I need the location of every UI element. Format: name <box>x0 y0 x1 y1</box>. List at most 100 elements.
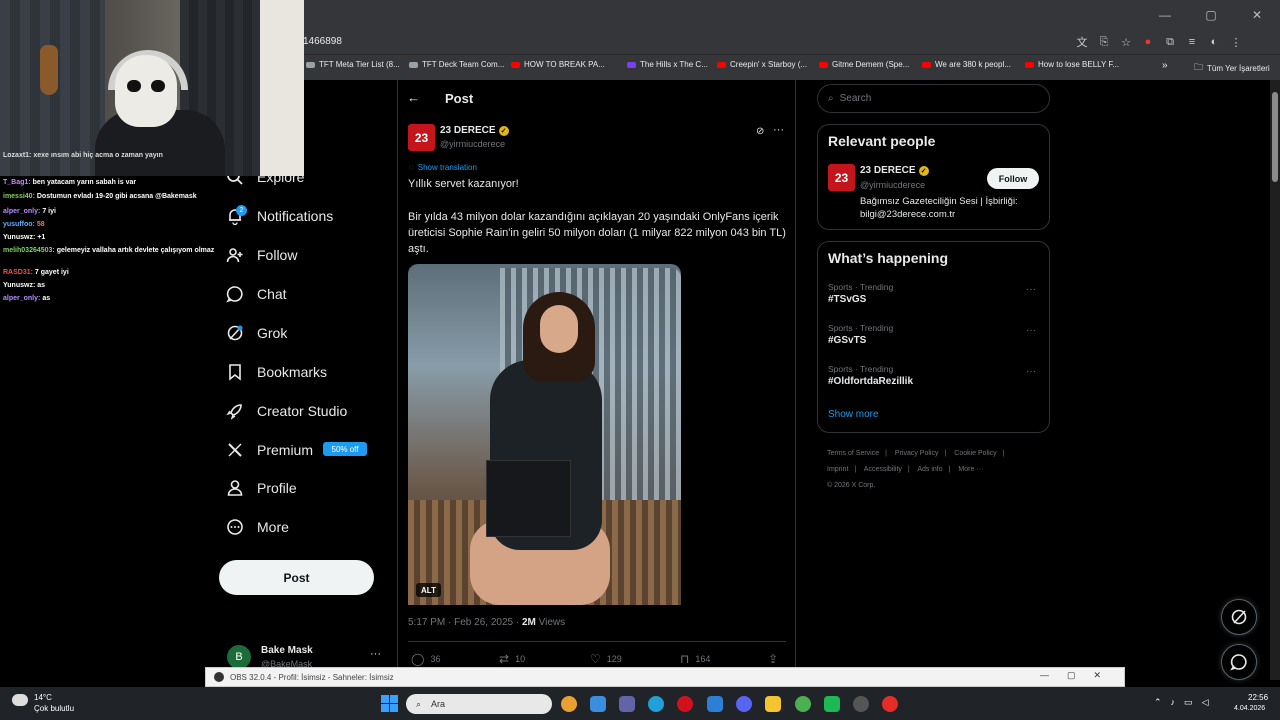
file-explorer-icon[interactable] <box>765 696 781 712</box>
tweet-text-title: Yıllık servet kazanıyor! <box>408 178 519 190</box>
author-handle[interactable]: @yirmiucderece <box>440 139 505 149</box>
footer-link[interactable]: Privacy Policy <box>895 450 939 457</box>
scrollbar-thumb[interactable] <box>1272 92 1278 182</box>
share-button[interactable]: ⇪ <box>768 652 778 666</box>
trend-more-icon[interactable]: ··· <box>1026 366 1036 377</box>
nav-chat[interactable]: Chat <box>226 285 287 303</box>
chrome-icon[interactable] <box>795 696 811 712</box>
like-button[interactable]: ♡ 129 <box>590 652 622 666</box>
show-more-link[interactable]: Show more <box>828 409 879 420</box>
windows-start-icon[interactable] <box>381 695 398 712</box>
url-text[interactable]: 1466898 <box>303 36 342 47</box>
extension-red-icon[interactable]: ● <box>1140 34 1156 50</box>
bookmark-item[interactable]: We are 380 k peopl... <box>922 60 1011 69</box>
teams-icon[interactable] <box>619 696 635 712</box>
trend-tag[interactable]: #OldfortdaRezillik <box>828 376 913 387</box>
post-button[interactable]: Post <box>219 560 374 595</box>
trend-more-icon[interactable]: ··· <box>1026 284 1036 295</box>
maximize-icon[interactable]: ▢ <box>1188 0 1234 30</box>
network-icon[interactable]: ▭ <box>1184 697 1193 708</box>
minimize-icon[interactable]: — <box>1142 0 1188 30</box>
youtube-icon[interactable] <box>882 696 898 712</box>
grok-icon[interactable]: ⊘ <box>756 126 764 137</box>
chevron-up-icon[interactable]: ⌃ <box>1154 697 1162 708</box>
author-avatar[interactable]: 23 <box>408 124 435 151</box>
translate-icon[interactable]: 文 <box>1074 34 1090 50</box>
trend-tag[interactable]: #GSvTS <box>828 335 866 346</box>
follow-button[interactable]: Follow <box>987 168 1039 189</box>
bookmark-item[interactable]: TFT Deck Team Com... <box>409 60 504 69</box>
kebab-menu-icon[interactable]: ⋮ <box>1228 34 1244 50</box>
nav-premium-label: Premium <box>257 442 314 458</box>
account-more-button[interactable]: ··· <box>370 648 381 660</box>
obs-icon[interactable] <box>853 696 869 712</box>
bookmark-item[interactable]: TFT Meta Tier List (8... <box>306 60 400 69</box>
store-icon[interactable] <box>590 696 606 712</box>
nav-more[interactable]: More <box>226 518 289 536</box>
footer-link[interactable]: Accessibility <box>864 466 902 473</box>
clock-date[interactable]: 4.04.2026 <box>1234 705 1265 712</box>
bookmark-item[interactable]: How to lose BELLY F... <box>1025 60 1119 69</box>
bookmark-item[interactable]: HOW TO BREAK PA... <box>511 60 605 69</box>
back-arrow-icon[interactable]: ← <box>407 90 420 105</box>
obs-window-titlebar[interactable]: OBS 32.0.4 - Profil: İsimsiz - Sahneler:… <box>205 667 1125 687</box>
footer-link[interactable]: Terms of Service <box>827 450 879 457</box>
microphone-icon[interactable]: ♪ <box>1171 697 1176 708</box>
footer-link[interactable]: Ads info <box>917 466 942 473</box>
notifications-badge: 2 <box>236 205 247 216</box>
all-bookmarks[interactable]: 🗀 Tüm Yer İşaretleri <box>1194 60 1270 76</box>
footer-link[interactable]: Imprint <box>827 466 848 473</box>
discord-icon[interactable] <box>736 696 752 712</box>
chat-fab-button[interactable] <box>1221 644 1257 680</box>
search-input[interactable]: ⌕ Search <box>817 84 1050 113</box>
alt-text-badge[interactable]: ALT <box>416 583 441 597</box>
mail-icon[interactable] <box>707 696 723 712</box>
nav-follow[interactable]: Follow <box>226 246 297 264</box>
puzzle-icon[interactable]: ⧉ <box>1162 34 1178 50</box>
footer-link[interactable]: Cookie Policy <box>954 450 996 457</box>
weather-cloud-icon[interactable] <box>12 694 28 706</box>
nav-profile[interactable]: Profile <box>226 479 297 497</box>
profile-icon[interactable]: ◐ <box>1206 34 1222 50</box>
chrome-icon[interactable] <box>561 696 577 712</box>
trend-tag[interactable]: #TSvGS <box>828 294 866 305</box>
install-icon[interactable]: ⎘ <box>1096 34 1112 50</box>
chat-message: melih03264503: gelemeyiz vallaha artık d… <box>3 247 215 254</box>
weather-description[interactable]: Çok bulutlu <box>34 704 74 713</box>
author-name[interactable]: 23 DERECE ✓ <box>440 125 509 136</box>
app-icon[interactable] <box>824 696 840 712</box>
bookmark-button[interactable]: ⊓ 164 <box>680 652 710 666</box>
maximize-icon[interactable]: ▢ <box>1067 670 1076 681</box>
bookmarks-overflow-button[interactable]: » <box>1162 60 1168 71</box>
bookmark-item[interactable]: The Hills x The C... <box>627 60 708 69</box>
repost-button[interactable]: ⇄ 10 <box>499 652 525 666</box>
bookmark-item[interactable]: Creepin' x Starboy (... <box>717 60 807 69</box>
grok-fab-button[interactable] <box>1221 599 1257 635</box>
close-icon[interactable]: ✕ <box>1094 670 1102 681</box>
avatar[interactable]: B <box>227 645 251 669</box>
nav-premium[interactable]: Premium <box>226 441 313 459</box>
show-translation-link[interactable]: ◌ Show translation <box>409 163 477 172</box>
relevant-person-handle[interactable]: @yirmiucderece <box>860 180 925 190</box>
minimize-icon[interactable]: — <box>1040 670 1049 681</box>
star-icon[interactable]: ☆ <box>1118 34 1134 50</box>
relevant-person-name[interactable]: 23 DERECE ✓ <box>860 165 929 176</box>
trend-more-icon[interactable]: ··· <box>1026 325 1036 336</box>
close-icon[interactable]: ✕ <box>1234 0 1280 30</box>
opera-icon[interactable] <box>677 696 693 712</box>
reply-button[interactable]: ◯ 36 <box>411 652 440 666</box>
nav-grok[interactable]: Grok <box>226 324 287 342</box>
nav-bookmarks[interactable]: Bookmarks <box>226 363 327 381</box>
media-icon[interactable]: ≡ <box>1184 34 1200 50</box>
weather-temperature[interactable]: 14°C <box>34 693 52 702</box>
clock-time[interactable]: 22:56 <box>1248 693 1268 702</box>
nav-creator-studio[interactable]: Creator Studio <box>226 402 347 420</box>
bookmark-item[interactable]: Gitme Demem (Spe... <box>819 60 909 69</box>
more-options-icon[interactable]: ··· <box>773 124 784 136</box>
account-name[interactable]: Bake Mask <box>261 645 313 656</box>
taskbar-search-input[interactable]: ⌕ Ara <box>406 694 552 714</box>
footer-link[interactable]: More ··· <box>958 466 983 473</box>
avatar[interactable]: 23 <box>828 164 855 191</box>
edge-icon[interactable] <box>648 696 664 712</box>
volume-icon[interactable]: ◁ <box>1202 697 1209 708</box>
